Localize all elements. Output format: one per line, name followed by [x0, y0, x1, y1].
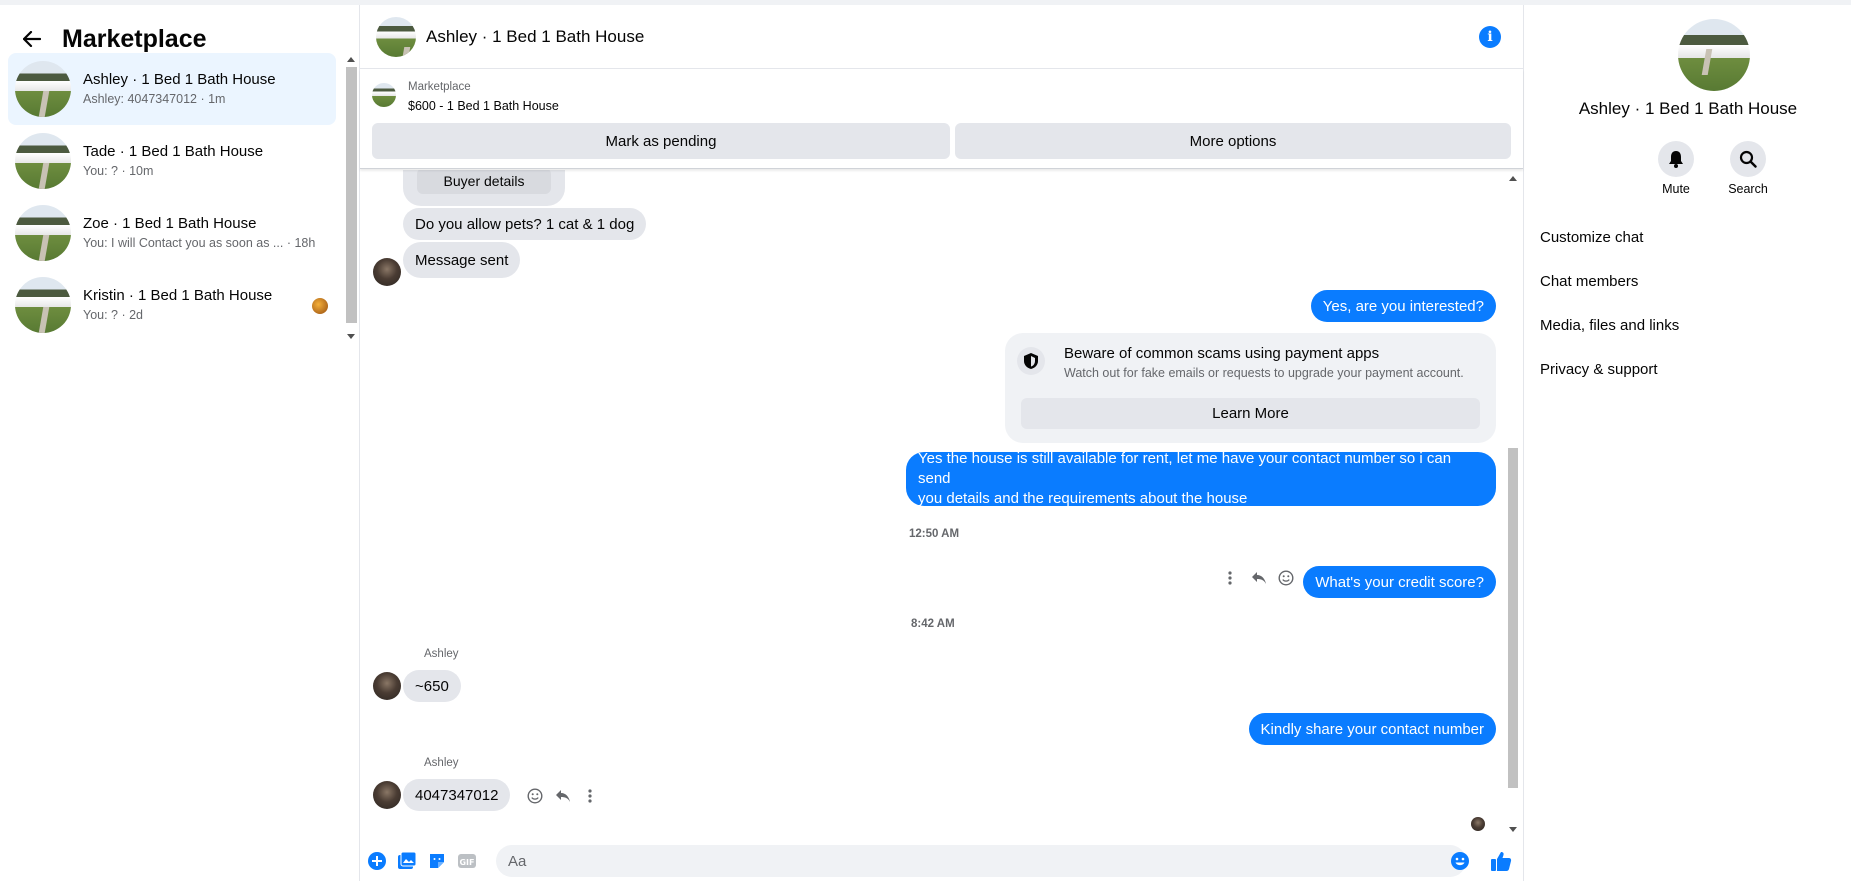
message-composer: GIF: [360, 840, 1523, 881]
message-bubble-incoming[interactable]: Do you allow pets? 1 cat & 1 dog: [403, 208, 647, 240]
search-button[interactable]: Search: [1718, 141, 1778, 196]
scroll-up-arrow-icon[interactable]: [1509, 176, 1517, 181]
privacy-support-item[interactable]: Privacy & support: [1540, 361, 1658, 378]
sender-name: Ashley: [424, 648, 459, 660]
sender-avatar[interactable]: [373, 781, 401, 809]
thumbs-up-icon[interactable]: [1489, 849, 1513, 873]
mute-label: Mute: [1662, 182, 1690, 196]
conversation-name: Tade · 1 Bed 1 Bath House: [83, 143, 264, 160]
sidebar-title: Marketplace: [62, 24, 207, 53]
listing-thumbnail: [15, 61, 71, 117]
conversation-preview: You: ? · 2d: [83, 308, 144, 322]
message-bubble-outgoing[interactable]: Kindly share your contact number: [1248, 713, 1496, 745]
sender-avatar[interactable]: [373, 672, 401, 700]
conversation-name: Zoe · 1 Bed 1 Bath House: [83, 215, 257, 232]
customize-chat-item[interactable]: Customize chat: [1540, 229, 1643, 246]
scroll-down-arrow-icon[interactable]: [347, 334, 355, 339]
chat-scrollbar[interactable]: [1505, 170, 1520, 836]
listing-thumbnail: [15, 277, 71, 333]
chat-members-item[interactable]: Chat members: [1540, 273, 1638, 290]
listing-kicker: Marketplace: [408, 81, 471, 93]
scroll-up-arrow-icon[interactable]: [347, 57, 355, 62]
more-actions-icon[interactable]: [580, 786, 600, 806]
chat-details-panel: Ashley · 1 Bed 1 Bath House Mute Search …: [1523, 5, 1851, 881]
bell-icon[interactable]: [1658, 141, 1694, 177]
conversation-sidebar: Marketplace Ashley · 1 Bed 1 Bath House …: [0, 5, 360, 881]
timestamp: 12:50 AM: [909, 528, 960, 540]
conversation-item[interactable]: Tade · 1 Bed 1 Bath House You: ? · 10m: [8, 125, 336, 197]
buyer-details-button[interactable]: Buyer details: [417, 170, 551, 194]
react-emoji-icon[interactable]: [1276, 568, 1296, 588]
reply-icon[interactable]: [553, 786, 573, 806]
search-icon[interactable]: [1730, 141, 1766, 177]
conversation-name: Kristin · 1 Bed 1 Bath House: [83, 287, 273, 304]
sender-avatar[interactable]: [373, 258, 401, 286]
reply-icon[interactable]: [1249, 568, 1269, 588]
info-icon[interactable]: i: [1479, 26, 1501, 48]
scrollbar-thumb[interactable]: [346, 67, 357, 323]
gif-icon[interactable]: GIF: [457, 851, 477, 871]
more-actions-icon[interactable]: [1220, 568, 1240, 588]
listing-thumbnail: [15, 133, 71, 189]
more-options-button[interactable]: More options: [955, 123, 1511, 159]
sidebar-scrollbar[interactable]: [344, 53, 358, 343]
seen-avatar-icon: [312, 298, 328, 314]
react-emoji-icon[interactable]: [525, 786, 545, 806]
message-bubble-incoming[interactable]: ~650: [403, 670, 461, 702]
back-arrow-icon[interactable]: [18, 25, 46, 53]
message-line: you details and the requirements about t…: [918, 490, 1248, 507]
conversation-preview: Ashley: 4047347012 · 1m: [83, 92, 226, 106]
conversation-name: Ashley · 1 Bed 1 Bath House: [83, 71, 276, 88]
listing-price-title[interactable]: $600 - 1 Bed 1 Bath House: [408, 99, 559, 113]
svg-text:GIF: GIF: [459, 858, 474, 867]
scrollbar-thumb[interactable]: [1508, 448, 1518, 788]
scroll-down-arrow-icon[interactable]: [1509, 827, 1517, 832]
message-bubble-outgoing[interactable]: What's your credit score?: [1303, 566, 1496, 598]
message-input-container[interactable]: [496, 845, 1466, 877]
sender-name: Ashley: [424, 757, 459, 769]
scam-warning-title: Beware of common scams using payment app…: [1064, 345, 1380, 362]
search-label: Search: [1728, 182, 1768, 196]
buyer-details-card: Buyer details: [403, 170, 565, 206]
listing-thumbnail: [15, 205, 71, 261]
listing-banner: Marketplace $600 - 1 Bed 1 Bath House Ma…: [360, 69, 1523, 169]
chat-title[interactable]: Ashley · 1 Bed 1 Bath House: [426, 27, 644, 47]
emoji-icon[interactable]: [1450, 851, 1470, 871]
message-thread: Buyer details Do you allow pets? 1 cat &…: [360, 170, 1523, 840]
conversation-item[interactable]: Kristin · 1 Bed 1 Bath House You: ? · 2d: [8, 269, 336, 341]
listing-thumbnail[interactable]: [372, 83, 396, 107]
message-bubble-outgoing[interactable]: Yes, are you interested?: [1310, 290, 1496, 322]
photo-icon[interactable]: [397, 851, 417, 871]
conversation-item[interactable]: Zoe · 1 Bed 1 Bath House You: I will Con…: [8, 197, 336, 269]
shield-icon: [1017, 347, 1045, 375]
chat-header: Ashley · 1 Bed 1 Bath House i: [360, 5, 1523, 69]
chat-panel: Ashley · 1 Bed 1 Bath House i Marketplac…: [360, 5, 1523, 881]
timestamp: 8:42 AM: [911, 618, 955, 630]
conversation-preview: You: I will Contact you as soon as ... ·…: [83, 236, 316, 250]
read-receipt-avatar: [1471, 817, 1485, 831]
sticker-icon[interactable]: [427, 851, 447, 871]
conversation-item[interactable]: Ashley · 1 Bed 1 Bath House Ashley: 4047…: [8, 53, 336, 125]
message-line: Yes the house is still available for ren…: [918, 450, 1452, 487]
message-bubble-outgoing[interactable]: Yes the house is still available for ren…: [906, 450, 1496, 507]
mute-button[interactable]: Mute: [1646, 141, 1706, 196]
plus-icon[interactable]: [367, 851, 387, 871]
messenger-window: Marketplace Ashley · 1 Bed 1 Bath House …: [0, 0, 1851, 881]
details-title: Ashley · 1 Bed 1 Bath House: [1578, 99, 1798, 118]
scam-warning-subtitle: Watch out for fake emails or requests to…: [1064, 366, 1464, 380]
message-bubble-incoming[interactable]: Message sent: [403, 242, 521, 278]
scam-warning-card: Beware of common scams using payment app…: [1005, 333, 1496, 443]
chat-thumbnail[interactable]: [376, 16, 416, 57]
mark-as-pending-button[interactable]: Mark as pending: [372, 123, 950, 159]
media-files-links-item[interactable]: Media, files and links: [1540, 317, 1679, 334]
message-bubble-incoming[interactable]: 4047347012: [403, 779, 511, 811]
conversation-preview: You: ? · 10m: [83, 164, 154, 178]
listing-thumbnail-large[interactable]: [1678, 19, 1750, 91]
message-input[interactable]: [508, 852, 1408, 870]
conversation-list: Ashley · 1 Bed 1 Bath House Ashley: 4047…: [8, 53, 336, 349]
learn-more-button[interactable]: Learn More: [1021, 398, 1480, 429]
